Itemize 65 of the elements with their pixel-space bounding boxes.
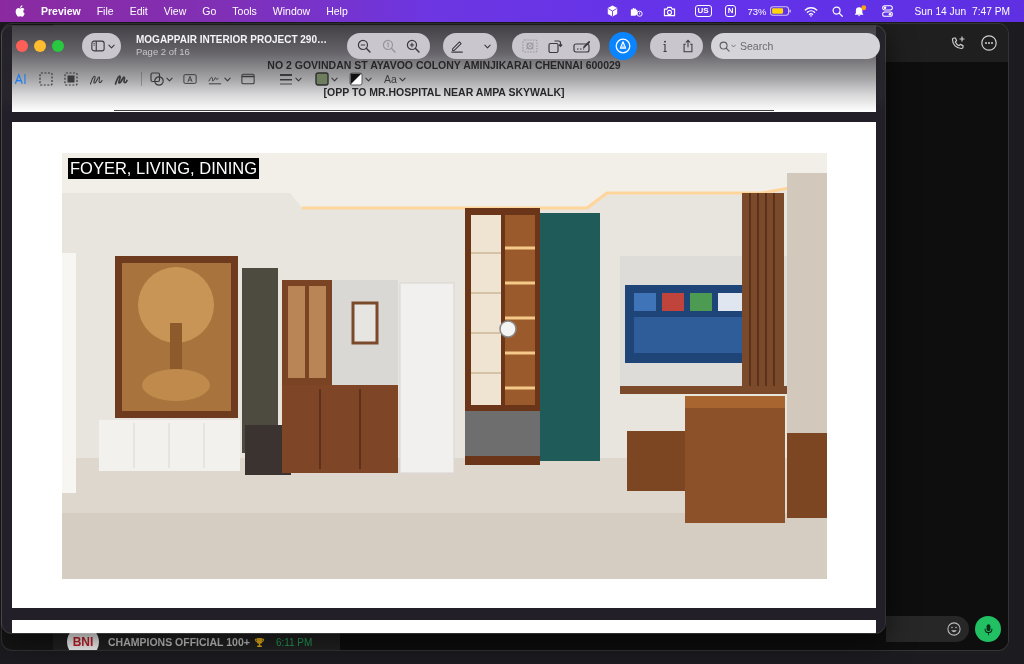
battery-percentage[interactable]: 73% (747, 5, 767, 17)
menu-item[interactable]: View (163, 5, 187, 17)
rotate-icon[interactable] (547, 38, 563, 54)
menu-bar-clock[interactable]: 7:47 PM (972, 5, 1010, 17)
sidebar-icon (91, 39, 105, 53)
menu-item[interactable]: Tools (232, 5, 257, 17)
bell-badge-icon[interactable] (853, 5, 867, 17)
message-field[interactable] (886, 616, 969, 642)
menu-item[interactable]: Edit (129, 5, 148, 17)
more-icon[interactable] (981, 35, 997, 51)
app-indicator[interactable]: N (724, 5, 737, 17)
menu-item[interactable]: Help (326, 5, 348, 17)
pen-icon[interactable] (450, 39, 464, 53)
pen-box-icon[interactable] (572, 39, 591, 53)
caret-icon (108, 43, 115, 49)
draw-icon[interactable] (114, 72, 128, 86)
share-icon[interactable] (680, 39, 695, 53)
wifi-icon[interactable] (803, 5, 818, 17)
magnifier-plus-icon[interactable] (405, 39, 420, 53)
menu-bar-date[interactable]: Sun 14 Jun (914, 5, 967, 17)
text-box-icon[interactable] (183, 72, 197, 86)
cube-icon[interactable] (606, 5, 618, 17)
emoji-icon[interactable] (947, 622, 961, 636)
fill-swatch-icon[interactable] (349, 72, 363, 86)
dashed-square-icon[interactable] (39, 72, 53, 86)
font-button[interactable]: Aa (384, 73, 397, 85)
search-icon (719, 40, 730, 52)
menu-item[interactable]: File (96, 5, 114, 17)
address-line: [OPP TO MR.HOSPITAL NEAR AMPA SKYWALK] (323, 87, 565, 98)
border-swatch-icon[interactable] (315, 72, 329, 86)
call-add-icon[interactable] (950, 35, 966, 51)
caret-icon[interactable] (484, 43, 491, 49)
control-center-icon[interactable] (881, 5, 893, 17)
hand-alert-icon[interactable] (628, 5, 643, 17)
search-icon[interactable] (831, 5, 843, 17)
search-field[interactable]: Search (711, 33, 880, 59)
menu-item[interactable]: Preview (41, 5, 81, 17)
address-line: NO 2 GOVINDAN ST AYAVOO COLONY AMINJIKARAI CHENNAI 600029 (267, 60, 621, 71)
magnifier-minus-icon[interactable] (357, 39, 372, 53)
menu-item[interactable]: Go (202, 5, 217, 17)
selection-square-icon[interactable] (64, 72, 78, 86)
input-source-indicator[interactable]: US (694, 5, 712, 17)
mic-button[interactable] (975, 616, 1001, 642)
menu-item[interactable]: Window (272, 5, 311, 17)
window-icon[interactable] (241, 72, 255, 86)
caret-icon[interactable] (331, 76, 338, 82)
caret-icon[interactable] (166, 76, 173, 82)
pen-tip-icon (615, 38, 631, 54)
caret-icon[interactable] (398, 76, 406, 82)
chat-time: 6:11 PM (275, 636, 313, 648)
caret-icon (731, 44, 736, 48)
battery-icon[interactable] (769, 6, 791, 16)
camera-icon[interactable] (662, 5, 676, 17)
caret-icon[interactable] (365, 76, 372, 82)
chat-name[interactable]: CHAMPIONS OFFICIAL 100+ (108, 636, 250, 648)
document-title: MOGAPPAIR INTERIOR PROJECT 290… (136, 34, 328, 46)
image-caption: FOYER, LIVING, DINING (68, 158, 260, 179)
apple-icon[interactable] (15, 5, 25, 17)
lines-icon[interactable] (279, 72, 293, 86)
shapes-icon[interactable] (150, 72, 164, 86)
page-indicator: Page 2 of 16 (136, 46, 191, 58)
caret-icon[interactable] (224, 76, 231, 82)
caret-icon[interactable] (295, 76, 302, 82)
trophy-icon (253, 636, 265, 648)
mic-icon (983, 622, 993, 636)
